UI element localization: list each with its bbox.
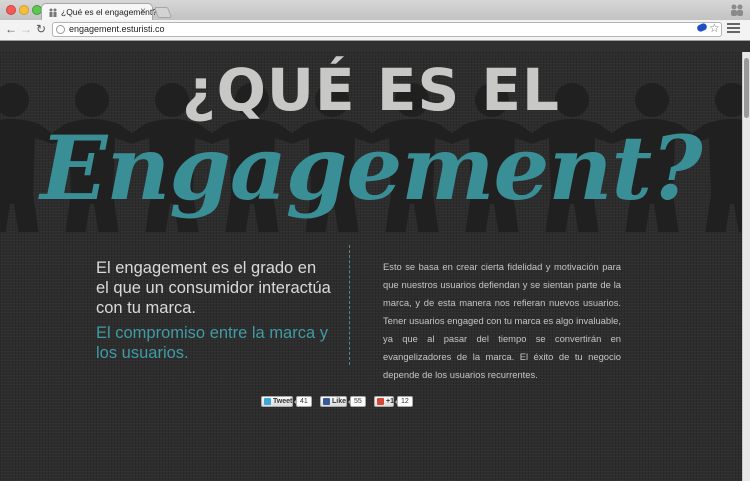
minimize-window-button[interactable] <box>19 5 29 15</box>
tweet-label: Tweet <box>273 398 293 405</box>
people-favicon-icon <box>49 8 57 17</box>
like-label: Like <box>332 398 347 405</box>
like-button[interactable]: Like <box>320 396 347 407</box>
column-divider <box>349 245 350 365</box>
browser-toolbar: ← → ↻ engagement.esturisti.co <box>0 20 750 41</box>
reload-icon[interactable]: ↻ <box>36 23 46 36</box>
intro-accent-text: El compromiso entre la marca y los usuar… <box>96 324 328 362</box>
google-plus-icon <box>377 398 384 405</box>
menu-icon[interactable] <box>727 23 740 35</box>
intro-body-text: Esto se basa en crear cierta fidelidad y… <box>383 261 621 380</box>
forward-arrow-icon[interactable]: → <box>20 23 32 36</box>
bookmark-star-icon[interactable]: ☆ <box>709 21 720 35</box>
back-arrow-icon[interactable]: ← <box>5 23 17 36</box>
facebook-icon <box>323 398 330 405</box>
browser-tab[interactable]: ¿Qué es el engagement? × <box>41 3 157 21</box>
tweet-button[interactable]: Tweet <box>261 396 293 407</box>
scrollbar-thumb[interactable] <box>744 58 749 118</box>
user-profile-icon[interactable] <box>730 3 744 17</box>
plus-one-button[interactable]: +1 <box>374 396 394 407</box>
page-top-strip <box>0 41 750 52</box>
plus-one-label: +1 <box>386 398 394 405</box>
page-title: ¿QUÉ ES EL <box>181 56 561 124</box>
tweet-count: 41 <box>294 396 312 407</box>
url-text[interactable]: engagement.esturisti.co <box>69 24 165 34</box>
close-window-button[interactable] <box>6 5 16 15</box>
address-bar[interactable]: engagement.esturisti.co <box>52 22 722 37</box>
intro-lead-text: El engagement es el grado en el que un c… <box>96 259 331 317</box>
vertical-scrollbar[interactable] <box>742 52 750 481</box>
like-count: 55 <box>348 396 366 407</box>
page-title-script: Engagement? <box>40 116 702 220</box>
tab-close-icon[interactable]: × <box>140 6 146 17</box>
twitter-bird-icon <box>264 398 271 405</box>
browser-tab-strip: ¿Qué es el engagement? × <box>0 0 750 21</box>
page-info-icon[interactable] <box>56 25 65 34</box>
plus-one-count: 12 <box>395 396 413 407</box>
new-tab-button[interactable] <box>153 7 173 18</box>
